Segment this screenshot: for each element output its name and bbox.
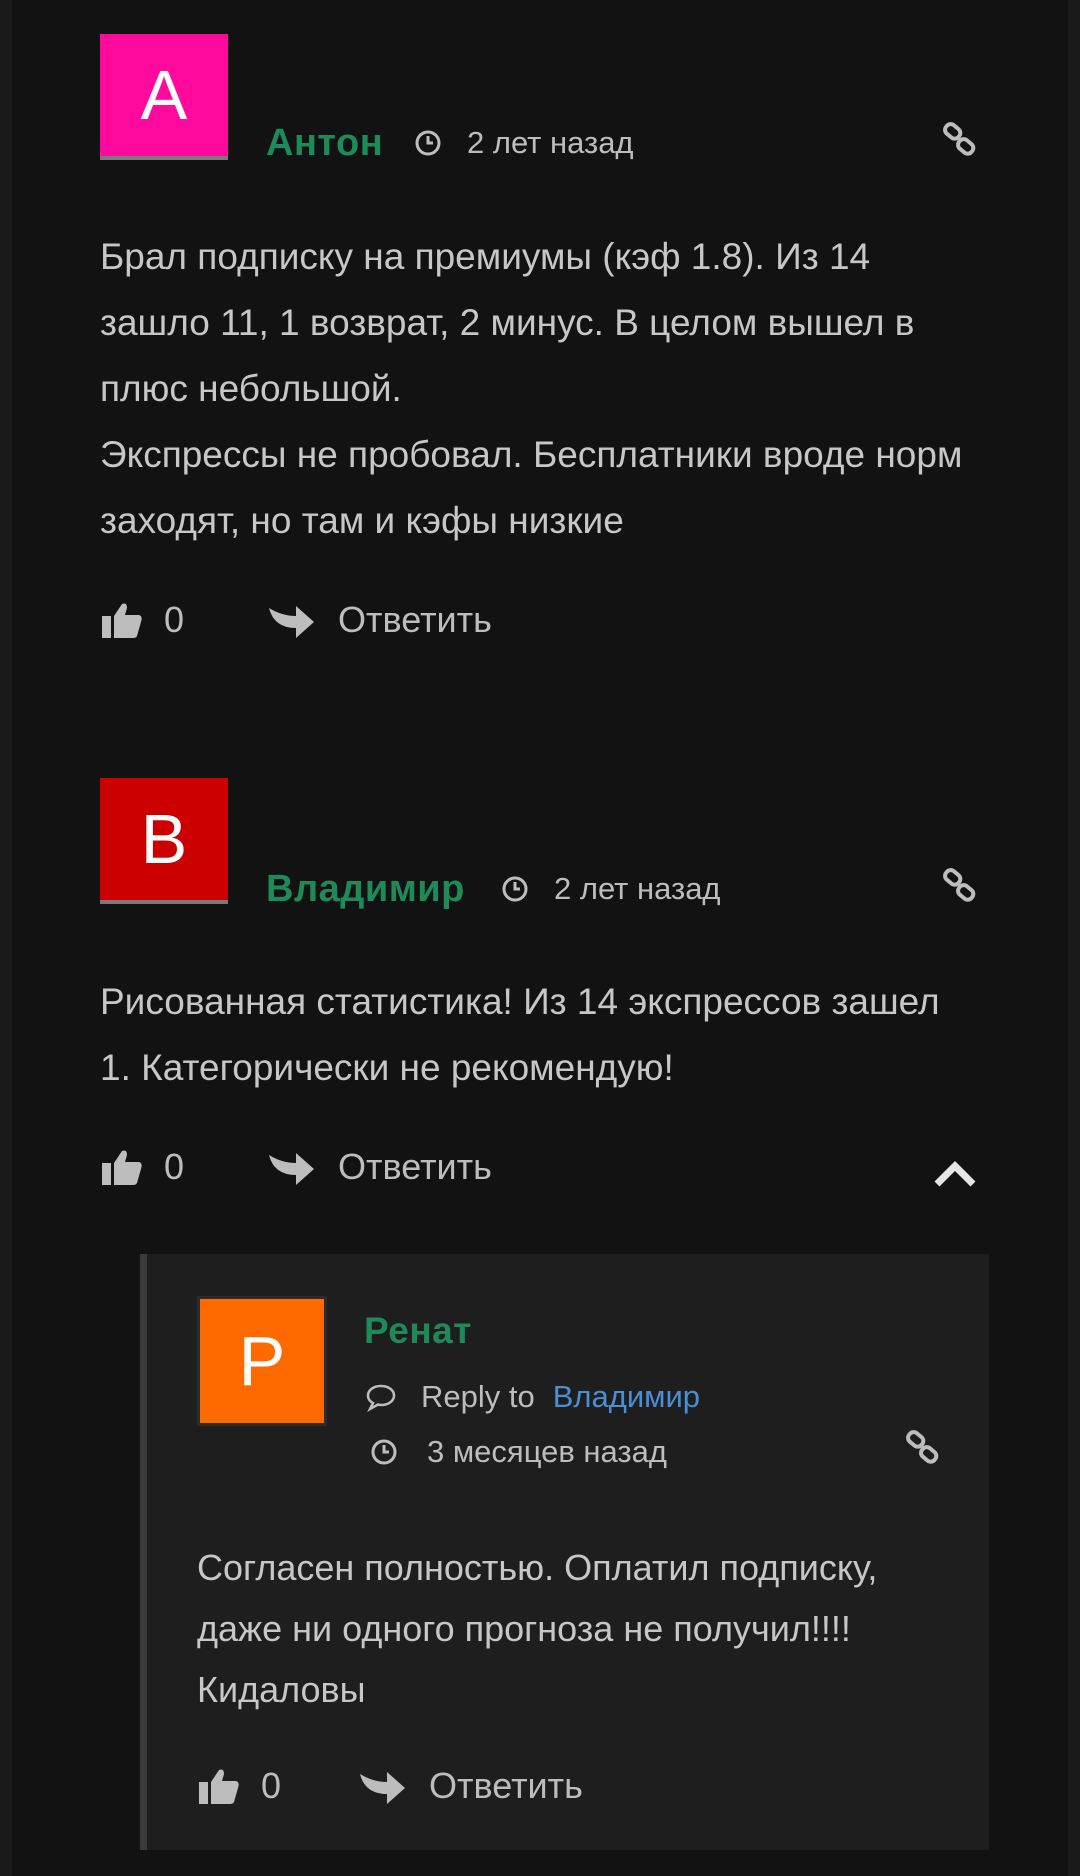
like-count: 0	[164, 599, 185, 640]
reply-text: Согласен полностью. Оплатил подписку, да…	[197, 1547, 878, 1710]
clock-icon	[415, 130, 441, 156]
time-text: 2 лет назад	[467, 125, 634, 160]
reply-to-link[interactable]: Владимир	[553, 1379, 700, 1415]
right-edge	[1068, 0, 1080, 1876]
nested-reply: Р Ренат Reply to Владимир 3 месяцев наза…	[140, 1254, 989, 1850]
thumbs-up-icon[interactable]	[100, 1145, 144, 1189]
thumbs-up-icon[interactable]	[100, 598, 144, 642]
avatar-letter: В	[140, 800, 188, 878]
time-text: 3 месяцев назад	[427, 1434, 667, 1469]
chevron-up-icon[interactable]	[934, 1160, 976, 1188]
reply-time: 3 месяцев назад	[369, 1434, 667, 1470]
thumbs-up-icon[interactable]	[197, 1764, 241, 1808]
comments-page: А Антон 2 лет назад Брал подписку на пре…	[0, 0, 1080, 1876]
speech-bubble-icon	[366, 1384, 396, 1412]
reply-arrow-icon[interactable]	[266, 1145, 316, 1189]
link-icon[interactable]	[942, 868, 978, 904]
clock-icon	[502, 876, 528, 902]
comment-author[interactable]: Антон	[266, 122, 383, 165]
link-icon[interactable]	[942, 122, 978, 158]
left-edge	[0, 0, 12, 1876]
reply-actions: 0 Ответить	[197, 1764, 583, 1808]
avatar-letter: Р	[238, 1322, 286, 1400]
like-count: 0	[164, 1146, 185, 1187]
reply-author[interactable]: Ренат	[364, 1310, 472, 1352]
reply-arrow-icon[interactable]	[266, 598, 316, 642]
comment-time: 2 лет назад	[500, 871, 721, 907]
like-count: 0	[261, 1765, 282, 1806]
comment-time: 2 лет назад	[413, 125, 634, 161]
link-icon[interactable]	[905, 1430, 941, 1466]
time-text: 2 лет назад	[554, 871, 721, 906]
comment-text: Брал подписку на премиумы (кэф 1.8). Из …	[100, 224, 980, 554]
reply-button[interactable]: Ответить	[338, 1146, 492, 1188]
reply-arrow-icon[interactable]	[357, 1764, 407, 1808]
reply-to-line: Reply to Владимир	[365, 1379, 700, 1415]
comment-text: Рисованная статистика! Из 14 экспрессов …	[100, 981, 940, 1088]
comment-author[interactable]: Владимир	[266, 868, 465, 911]
comment-actions: 0 Ответить	[100, 598, 492, 642]
avatar: Р	[197, 1296, 327, 1426]
reply-to-label: Reply to	[421, 1379, 535, 1414]
reply-button[interactable]: Ответить	[338, 599, 492, 641]
reply-button[interactable]: Ответить	[429, 1765, 583, 1807]
comment-text-paragraph: Брал подписку на премиумы (кэф 1.8). Из …	[100, 236, 915, 409]
avatar: А	[100, 34, 228, 160]
comment-actions: 0 Ответить	[100, 1145, 492, 1189]
clock-icon	[371, 1439, 397, 1465]
avatar-letter: А	[140, 56, 188, 134]
comment-text-paragraph: Экспрессы не пробовал. Бесплатники вроде…	[100, 434, 963, 541]
avatar: В	[100, 778, 228, 904]
